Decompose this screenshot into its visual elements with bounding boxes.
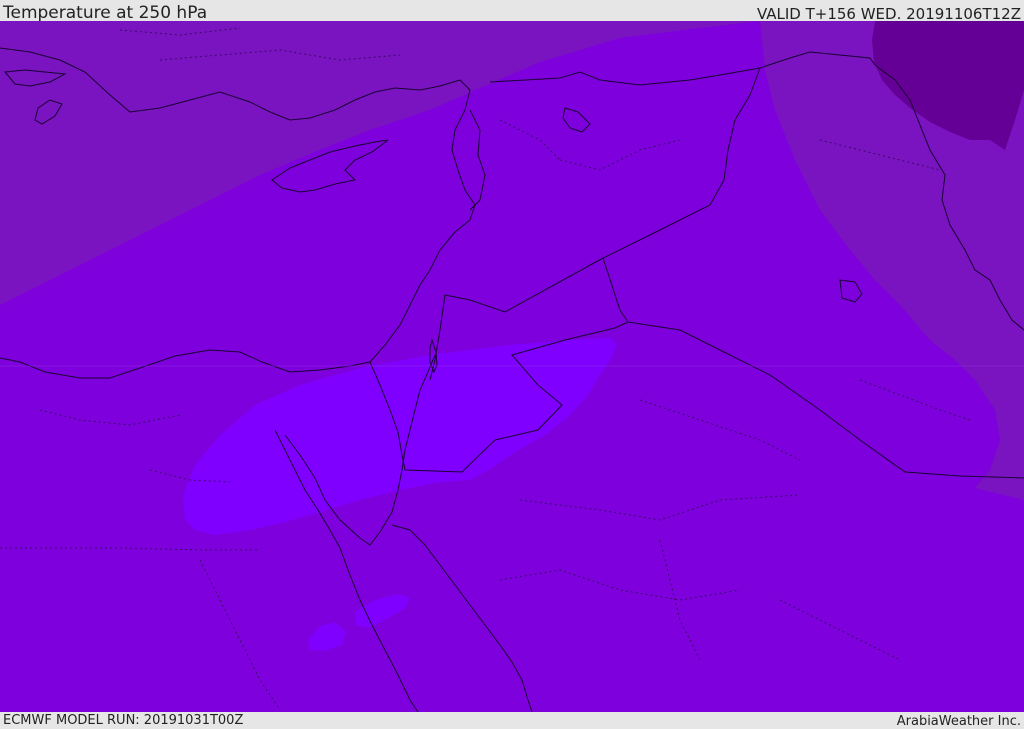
title-bar: Temperature at 250 hPa VALID T+156 WED. … <box>0 0 1024 23</box>
map-canvas <box>0 21 1024 712</box>
credit-label: ArabiaWeather Inc. <box>896 714 1021 729</box>
footer-bar: ECMWF MODEL RUN: 20191031T00Z ArabiaWeat… <box>0 712 1024 729</box>
weather-map-page: Temperature at 250 hPa VALID T+156 WED. … <box>0 0 1024 729</box>
model-run-label: ECMWF MODEL RUN: 20191031T00Z <box>3 713 244 728</box>
temperature-map[interactable] <box>0 21 1024 712</box>
map-title: Temperature at 250 hPa <box>3 3 208 23</box>
